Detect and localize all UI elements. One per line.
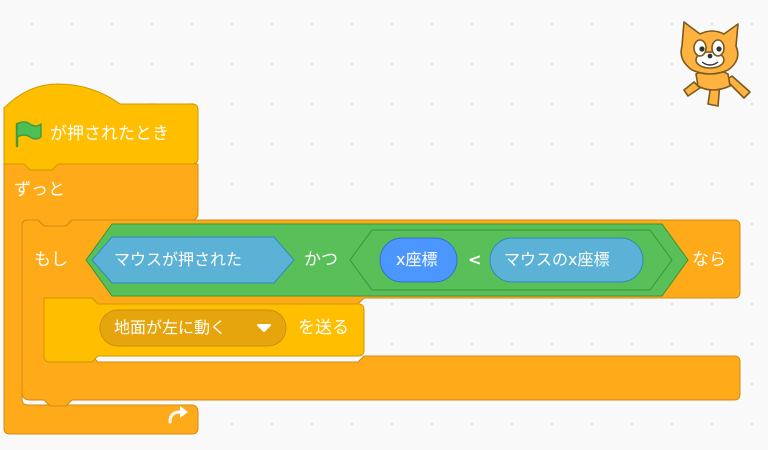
code-workspace[interactable]: が押されたとき ずっと もし マウスが押された かつ x座標 < マウスのx座標… [0, 0, 768, 450]
broadcast-label: を送る [298, 318, 349, 338]
broadcast-message-label: 地面が左に動く [114, 318, 227, 337]
script-blocks [3, 83, 741, 435]
hat-block-label: が押されたとき [50, 124, 169, 144]
forever-label: ずっと [14, 180, 65, 200]
and-label: かつ [304, 250, 338, 270]
if-label: もし [34, 250, 68, 270]
mouse-down-label: マウスが押された [114, 250, 243, 269]
mouse-x-label: マウスのx座標 [504, 250, 610, 269]
x-position-label: x座標 [396, 250, 438, 269]
then-label: なら [692, 250, 726, 270]
less-than-symbol: < [468, 250, 482, 269]
